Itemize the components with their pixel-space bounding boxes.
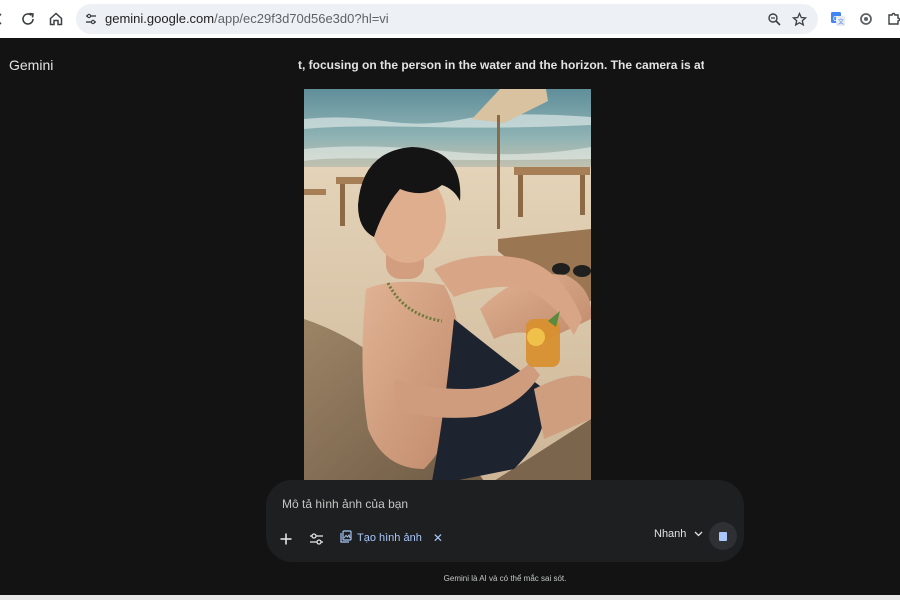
browser-toolbar: gemini.google.com/app/ec29f3d70d56e3d0?h… (0, 0, 900, 38)
chrome-extension-icon[interactable] (856, 9, 876, 29)
back-icon[interactable] (0, 8, 10, 30)
url-host: gemini.google.com (105, 11, 215, 26)
chevron-down-icon (694, 528, 703, 540)
google-translate-icon[interactable]: G文 (828, 9, 848, 29)
tools-sliders-icon[interactable] (304, 527, 328, 551)
svg-text:文: 文 (838, 18, 844, 26)
bottom-strip (0, 595, 900, 600)
bookmark-star-icon[interactable] (790, 10, 808, 28)
reload-icon[interactable] (17, 8, 39, 30)
plus-icon[interactable] (274, 527, 298, 551)
close-icon[interactable]: ✕ (433, 531, 443, 545)
user-prompt-text: t, focusing on the person in the water a… (298, 58, 704, 72)
model-label: Nhanh (654, 528, 687, 540)
url-path: /app/ec29f3d70d56e3d0?hl=vi (214, 11, 389, 26)
extensions-puzzle-icon[interactable] (884, 9, 900, 29)
disclaimer-text: Gemini là AI và có thể mắc sai sót. (443, 574, 567, 583)
site-info-icon[interactable] (82, 10, 100, 28)
generated-image[interactable] (304, 89, 591, 481)
stop-button[interactable] (709, 522, 737, 550)
model-selector[interactable]: Nhanh (654, 528, 703, 540)
tool-chip-label: Tạo hình ảnh (357, 532, 422, 544)
gemini-app: Gemini t, focusing on the person in the … (0, 38, 900, 595)
prompt-input[interactable]: Mô tả hình ảnh của bạn (282, 497, 408, 511)
url-text[interactable]: gemini.google.com/app/ec29f3d70d56e3d0?h… (105, 11, 389, 26)
prompt-input-card: Mô tả hình ảnh của bạn Tạo hình ảnh ✕ Nh… (266, 480, 744, 562)
image-gen-icon (340, 530, 352, 546)
zoom-icon[interactable] (765, 10, 783, 28)
image-generation-tool-chip[interactable]: Tạo hình ảnh ✕ (340, 527, 443, 549)
address-bar[interactable]: gemini.google.com/app/ec29f3d70d56e3d0?h… (76, 4, 818, 34)
stop-icon (719, 531, 727, 541)
home-icon[interactable] (45, 8, 67, 30)
app-brand[interactable]: Gemini (9, 57, 53, 73)
